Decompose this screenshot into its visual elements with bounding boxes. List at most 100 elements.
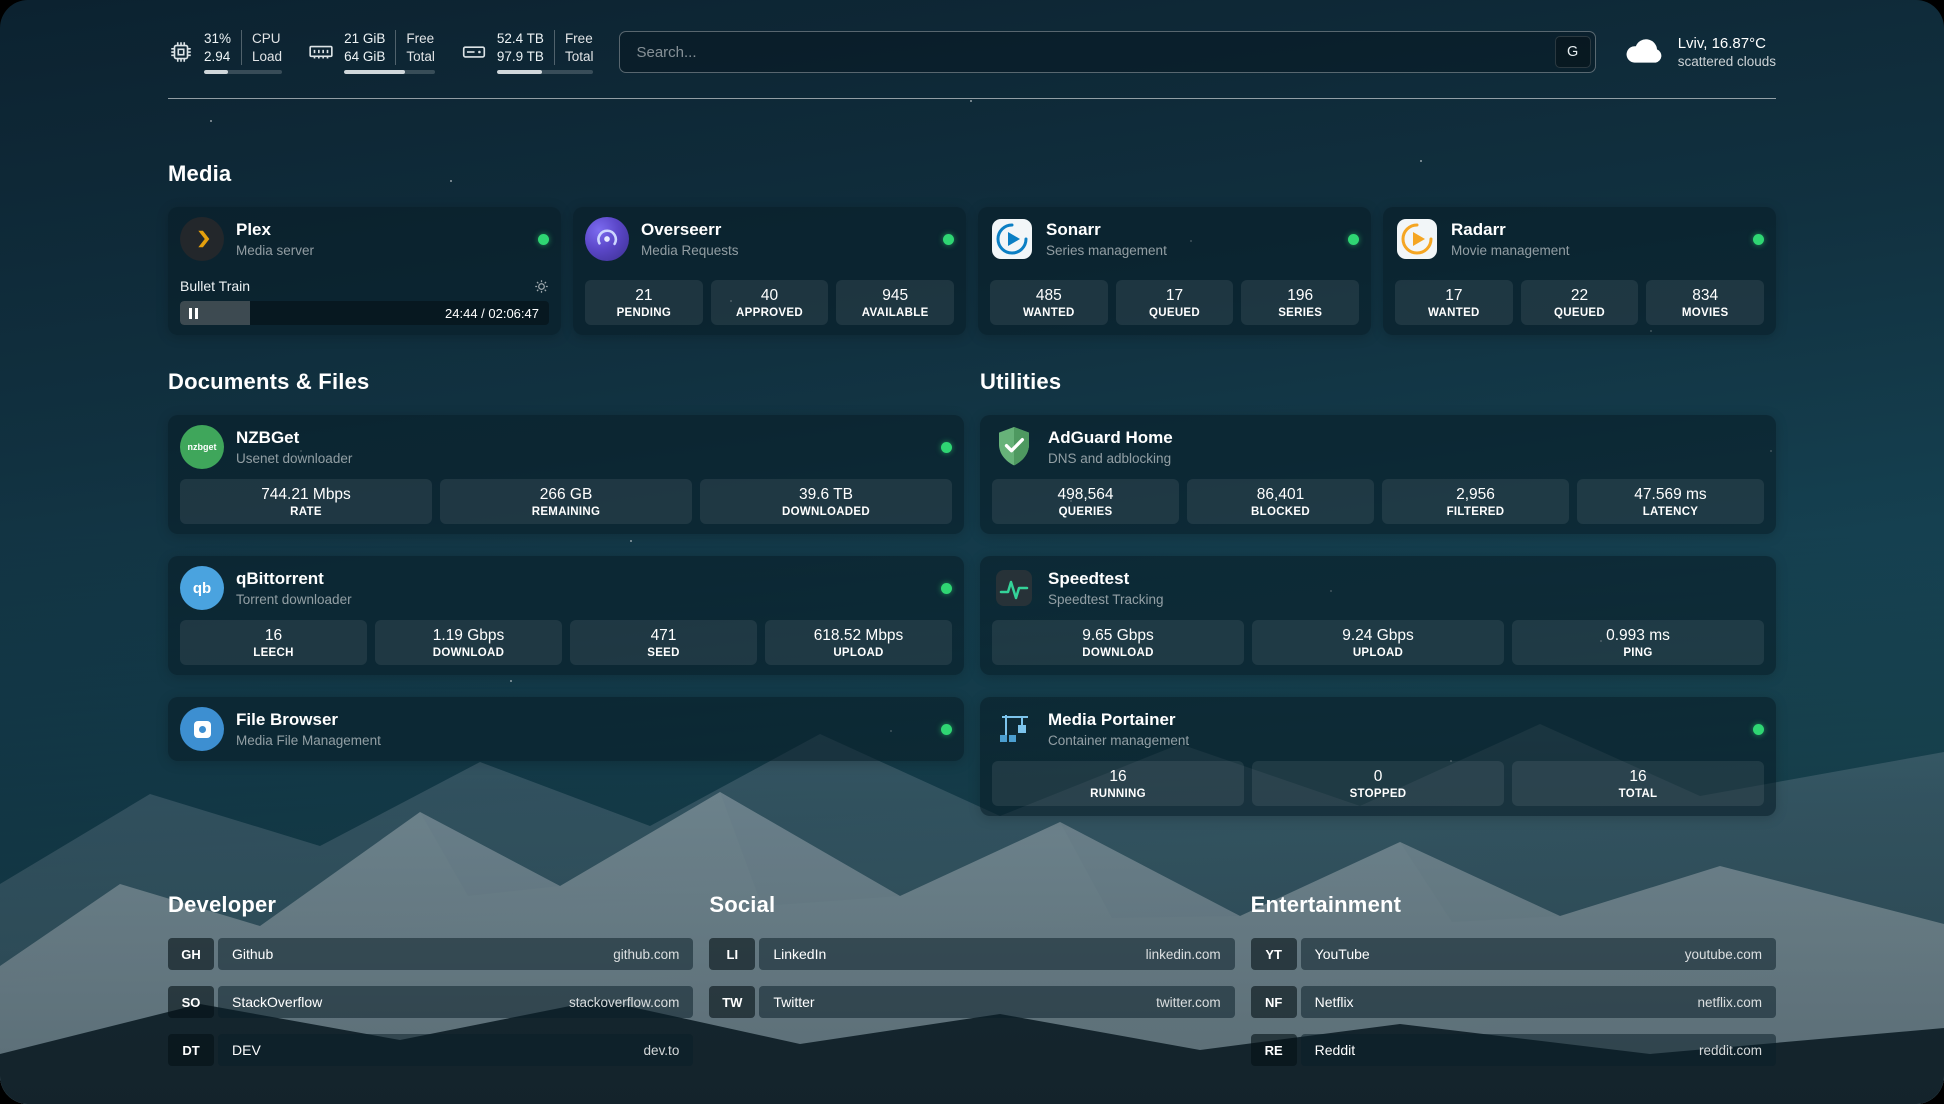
qbittorrent-icon (180, 566, 224, 610)
stat-upload: 9.24 GbpsUPLOAD (1252, 620, 1504, 665)
bookmark-youtube[interactable]: YT YouTubeyoutube.com (1251, 938, 1776, 970)
service-name: Sonarr (1046, 220, 1167, 240)
service-subtitle: Media Requests (641, 243, 739, 258)
disk-usage-bar (497, 70, 594, 74)
now-playing-title: Bullet Train (180, 278, 250, 294)
bookmark-abbr: RE (1251, 1034, 1297, 1066)
stat-download: 1.19 GbpsDOWNLOAD (375, 620, 562, 665)
sonarr-icon (990, 217, 1034, 261)
service-card-qbittorrent[interactable]: qBittorrent Torrent downloader 16LEECH 1… (168, 556, 964, 675)
gear-icon[interactable] (534, 279, 549, 294)
bookmark-stackoverflow[interactable]: SO StackOverflowstackoverflow.com (168, 986, 693, 1018)
filebrowser-icon (180, 707, 224, 751)
bookmark-linkedin[interactable]: LI LinkedInlinkedin.com (709, 938, 1234, 970)
bookmark-abbr: NF (1251, 986, 1297, 1018)
stat-series: 196SERIES (1241, 280, 1359, 325)
service-subtitle: Media server (236, 243, 314, 258)
service-subtitle: Media File Management (236, 733, 381, 748)
bookmark-abbr: LI (709, 938, 755, 970)
bookmark-reddit[interactable]: RE Redditreddit.com (1251, 1034, 1776, 1066)
service-name: Radarr (1451, 220, 1570, 240)
service-card-sonarr[interactable]: Sonarr Series management 485WANTED 17QUE… (978, 207, 1371, 335)
weather-condition: scattered clouds (1678, 53, 1776, 71)
stat-available: 945AVAILABLE (836, 280, 954, 325)
top-bar: 31%2.94 CPULoad (168, 30, 1776, 74)
service-subtitle: Torrent downloader (236, 592, 352, 607)
search-input[interactable] (619, 31, 1595, 73)
bookmark-twitter[interactable]: TW Twittertwitter.com (709, 986, 1234, 1018)
cpu-icon (168, 39, 194, 65)
stat-latency: 47.569 msLATENCY (1577, 479, 1764, 524)
cpu-usage-bar (204, 70, 282, 74)
disk-widget: 52.4 TB97.9 TB FreeTotal (461, 30, 594, 74)
cpu-values: 31%2.94 (204, 30, 231, 65)
stat-wanted: 485WANTED (990, 280, 1108, 325)
memory-icon (308, 39, 334, 65)
overseerr-icon (585, 217, 629, 261)
stat-filtered: 2,956FILTERED (1382, 479, 1569, 524)
weather-widget: Lviv, 16.87°C scattered clouds (1622, 34, 1776, 71)
section-title-utilities: Utilities (980, 369, 1776, 395)
stat-remaining: 266 GBREMAINING (440, 479, 692, 524)
header-divider (168, 98, 1776, 99)
service-card-portainer[interactable]: Media Portainer Container management 16R… (980, 697, 1776, 816)
bookmark-abbr: TW (709, 986, 755, 1018)
stat-ping: 0.993 msPING (1512, 620, 1764, 665)
playback-progress-bar[interactable]: 24:44 / 02:06:47 (180, 301, 549, 325)
service-card-overseerr[interactable]: Overseerr Media Requests 21PENDING 40APP… (573, 207, 966, 335)
service-card-filebrowser[interactable]: File Browser Media File Management (168, 697, 964, 761)
service-subtitle: DNS and adblocking (1048, 451, 1173, 466)
stat-queued: 22QUEUED (1521, 280, 1639, 325)
service-name: Overseerr (641, 220, 739, 240)
stat-download: 9.65 GbpsDOWNLOAD (992, 620, 1244, 665)
stat-leech: 16LEECH (180, 620, 367, 665)
service-name: Speedtest (1048, 569, 1164, 589)
playback-time: 24:44 / 02:06:47 (445, 306, 539, 321)
stat-total: 16TOTAL (1512, 761, 1764, 806)
status-dot (943, 234, 954, 245)
service-card-speedtest[interactable]: Speedtest Speedtest Tracking 9.65 GbpsDO… (980, 556, 1776, 675)
nzbget-icon (180, 425, 224, 469)
disk-icon (461, 39, 487, 65)
speedtest-icon (992, 566, 1036, 610)
portainer-icon (992, 707, 1036, 751)
service-card-adguard[interactable]: AdGuard Home DNS and adblocking 498,564Q… (980, 415, 1776, 534)
status-dot (941, 583, 952, 594)
service-card-radarr[interactable]: Radarr Movie management 17WANTED 22QUEUE… (1383, 207, 1776, 335)
bookmark-netflix[interactable]: NF Netflixnetflix.com (1251, 986, 1776, 1018)
bookmark-abbr: SO (168, 986, 214, 1018)
stat-wanted: 17WANTED (1395, 280, 1513, 325)
stat-movies: 834MOVIES (1646, 280, 1764, 325)
service-name: NZBGet (236, 428, 352, 448)
memory-values: 21 GiB64 GiB (344, 30, 385, 65)
service-card-nzbget[interactable]: NZBGet Usenet downloader 744.21 MbpsRATE… (168, 415, 964, 534)
service-card-plex[interactable]: Plex Media server Bullet Train (168, 207, 561, 335)
stat-seed: 471SEED (570, 620, 757, 665)
adguard-icon (992, 425, 1036, 469)
cpu-labels: CPULoad (241, 30, 282, 65)
search-engine-button[interactable]: G (1555, 36, 1591, 68)
bookmark-github[interactable]: GH Githubgithub.com (168, 938, 693, 970)
stat-pending: 21PENDING (585, 280, 703, 325)
disk-labels: FreeTotal (554, 30, 594, 65)
stat-queries: 498,564QUERIES (992, 479, 1179, 524)
stat-stopped: 0STOPPED (1252, 761, 1504, 806)
section-title-developer: Developer (168, 892, 693, 918)
pause-icon[interactable] (189, 308, 198, 319)
bookmark-abbr: YT (1251, 938, 1297, 970)
memory-usage-bar (344, 70, 435, 74)
status-dot (538, 234, 549, 245)
weather-location: Lviv, 16.87°C (1678, 34, 1776, 54)
status-dot (1348, 234, 1359, 245)
status-dot (941, 724, 952, 735)
service-subtitle: Container management (1048, 733, 1189, 748)
status-dot (941, 442, 952, 453)
stat-approved: 40APPROVED (711, 280, 829, 325)
service-name: AdGuard Home (1048, 428, 1173, 448)
dashboard-screen: 31%2.94 CPULoad (0, 0, 1944, 1104)
status-dot (1753, 234, 1764, 245)
stat-rate: 744.21 MbpsRATE (180, 479, 432, 524)
service-name: qBittorrent (236, 569, 352, 589)
bookmark-dev[interactable]: DT DEVdev.to (168, 1034, 693, 1066)
service-name: Media Portainer (1048, 710, 1189, 730)
